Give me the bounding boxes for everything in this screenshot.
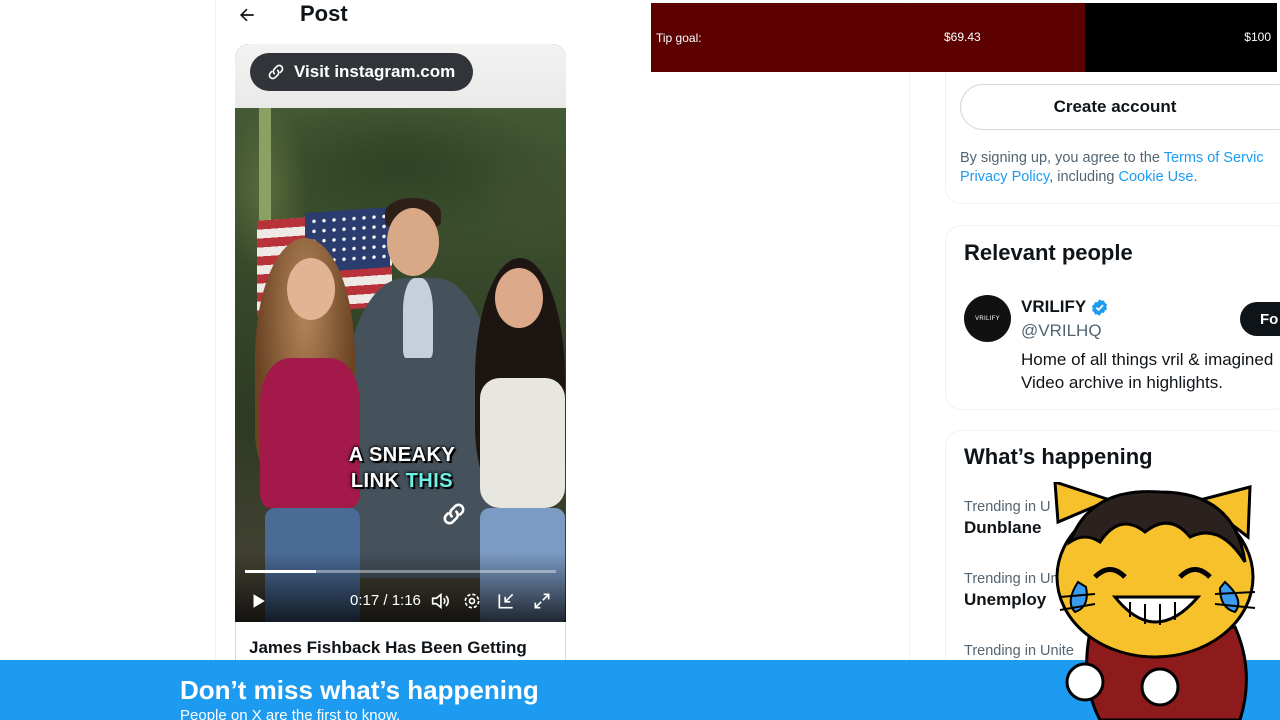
follow-button[interactable]: Fo: [1240, 302, 1280, 336]
tip-goal-current: $69.43: [944, 30, 981, 44]
trend-name: Dunblane: [964, 518, 1042, 537]
tip-goal-label: Tip goal:: [656, 31, 702, 45]
cookie-use-link[interactable]: Cookie Use: [1119, 169, 1194, 185]
avatar[interactable]: VRILIFY: [964, 295, 1011, 342]
fullscreen-button[interactable]: [529, 588, 555, 614]
trend-meta: Trending in U: [964, 499, 1051, 515]
video-time: 0:17 / 1:16: [350, 592, 421, 609]
person-bio: Home of all things vril & imagined Video…: [1021, 348, 1273, 394]
person-name-text: VRILIFY: [1021, 297, 1087, 316]
chain-link-icon: [443, 503, 465, 525]
video-caption: A SNEAKY LINK THIS: [327, 442, 477, 494]
pip-button[interactable]: [493, 588, 519, 614]
link-icon: [268, 64, 284, 80]
post-title[interactable]: James Fishback Has Been Getting: [235, 622, 566, 662]
bio-line: Home of all things vril & imagined: [1021, 350, 1274, 369]
bio-line: Video archive in highlights.: [1021, 373, 1223, 392]
post-header: [216, 0, 646, 40]
signup-terms: By signing up, you agree to the Terms of…: [960, 149, 1280, 187]
verified-badge-icon: [1092, 298, 1108, 316]
page: Post Visit instagram.com A SNEAKY LINK T…: [0, 0, 1280, 720]
mute-button[interactable]: [427, 588, 453, 614]
picture-in-picture-icon: [498, 593, 514, 609]
volume-icon: [431, 592, 449, 610]
pole: [259, 108, 271, 228]
trend-name: Unemploy: [964, 590, 1047, 609]
banner-subtitle: People on X are the first to know.: [180, 707, 401, 720]
gear-icon: [464, 593, 480, 609]
back-button[interactable]: [232, 0, 262, 30]
column-divider: [909, 0, 910, 720]
whats-happening-title: What’s happening: [964, 444, 1153, 469]
trend-item[interactable]: Trending in U Dunblane: [964, 499, 1051, 538]
trend-meta: Trending in Un: [964, 571, 1059, 587]
caption-word: LINK: [350, 470, 400, 492]
page-title: Post: [300, 1, 348, 26]
video-player[interactable]: Visit instagram.com A SNEAKY LINK THIS 0…: [235, 44, 566, 622]
video-progress-fill: [245, 570, 316, 573]
create-account-button[interactable]: Create account: [960, 84, 1280, 130]
column-divider: [215, 0, 216, 720]
settings-button[interactable]: [459, 588, 485, 614]
figure: [403, 278, 433, 358]
terms-text: By signing up, you agree to the: [960, 150, 1164, 166]
figure: [387, 208, 439, 276]
person-name[interactable]: VRILIFY: [1021, 297, 1109, 317]
video-controls: 0:17 / 1:16: [235, 552, 566, 622]
caption-line: A SNEAKY: [348, 444, 456, 466]
play-icon: [253, 594, 265, 608]
tip-goal-bar: Tip goal: $69.43 $100: [651, 3, 1277, 72]
terms-text: .: [1193, 169, 1198, 185]
video-progress-bar[interactable]: [245, 570, 556, 573]
expand-icon: [534, 593, 550, 609]
terms-text: , including: [1049, 169, 1119, 185]
caption-highlight: THIS: [405, 470, 454, 492]
figure: [287, 258, 335, 320]
privacy-policy-link[interactable]: Privacy Policy: [960, 169, 1049, 185]
terms-of-service-link[interactable]: Terms of Servic: [1164, 150, 1264, 166]
figure: [480, 378, 565, 508]
visit-link-label: Visit instagram.com: [294, 62, 456, 81]
relevant-people-title: Relevant people: [964, 240, 1133, 265]
streamer-mascot-overlay: [1053, 482, 1256, 720]
tip-goal-target: $100: [1244, 30, 1271, 44]
tip-goal-fill: [651, 3, 1086, 72]
video-frame: [235, 108, 566, 622]
banner-title: Don’t miss what’s happening: [180, 675, 539, 705]
caption-line: LINK THIS: [327, 468, 477, 494]
trend-item[interactable]: Trending in Un Unemploy: [964, 571, 1059, 610]
visit-link-button[interactable]: Visit instagram.com: [250, 53, 474, 91]
arrow-left-icon: [240, 8, 254, 22]
figure: [495, 268, 543, 328]
play-button[interactable]: [245, 588, 271, 614]
person-handle[interactable]: @VRILHQ: [1021, 321, 1102, 341]
